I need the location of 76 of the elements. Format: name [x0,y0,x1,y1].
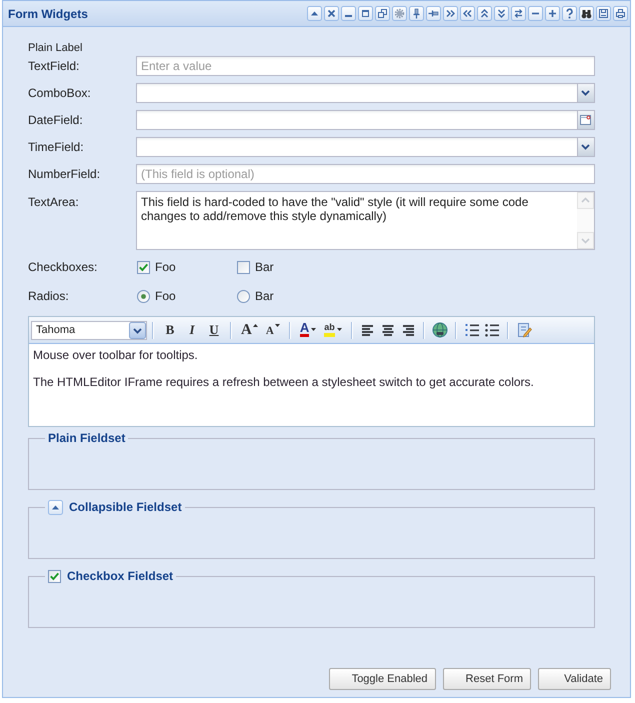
editor-area[interactable]: Mouse over toolbar for tooltips. The HTMLEditor IFrame requires a refresh between a stylesheet switch to get accurate colors. [29,344,594,426]
checkbox[interactable] [137,260,150,274]
pin-icon[interactable] [409,6,424,21]
radio-button[interactable] [137,290,150,302]
help-icon[interactable] [562,6,577,21]
minimize-icon[interactable] [341,6,356,21]
field-label: TimeField: [28,140,85,154]
underline-button[interactable]: U [204,320,224,340]
numbered-list-icon[interactable] [464,322,480,338]
caret-up-icon [252,324,258,327]
chevron-down-icon[interactable] [577,84,594,102]
field-label: NumberField: [28,167,102,181]
caret-down-icon [336,328,342,331]
plain-label: Plain Label [28,42,82,55]
restore-icon[interactable] [375,6,390,21]
editor-text: The HTMLEditor IFrame requires a refresh between a stylesheet switch to get accurate colors. [33,375,535,389]
reset-button[interactable]: Reset Form [442,668,531,690]
shrink-text-button[interactable]: A [262,320,283,340]
checkbox[interactable] [48,570,61,583]
text-field[interactable]: (This field is optional) [136,164,595,184]
field-label: ComboBox: [28,86,92,100]
gear-icon[interactable] [392,6,407,21]
fieldset-legend: Plain Fieldset [48,431,126,446]
minus-icon[interactable] [528,6,543,21]
align-left-icon[interactable] [360,322,376,338]
document-pencil-icon[interactable] [516,322,532,338]
panel-title: Form Widgets [8,6,88,20]
double-chevron-down-icon[interactable] [494,6,509,21]
globe-icon[interactable] [432,322,448,338]
field-label: TextArea: [28,194,80,209]
align-center-icon[interactable] [380,322,396,338]
double-chevron-left-icon[interactable] [460,6,475,21]
caret-down-icon [311,328,316,331]
caret-up-icon[interactable] [307,6,322,21]
bold-button[interactable]: B [160,320,180,340]
field-label: Radios: [28,289,70,303]
grow-text-button[interactable]: A [238,320,261,340]
checkbox-label: Foo [155,260,176,274]
calendar-icon[interactable] [577,111,594,129]
print-icon[interactable] [613,6,628,21]
field-label: TextField: [28,59,80,73]
checkbox[interactable] [237,260,250,274]
caret-down-icon [274,324,280,327]
toggle-button[interactable]: Toggle Enabled [328,668,436,690]
text-color-button[interactable]: A [296,320,320,340]
close-icon[interactable] [324,6,339,21]
font-select[interactable]: Tahoma [31,320,147,340]
text-field[interactable]: Enter a value [136,56,595,76]
maximize-icon[interactable] [358,6,373,21]
radio-button[interactable] [237,290,250,302]
field-label: DateField: [28,113,84,127]
caret-up-icon[interactable] [48,500,63,515]
radio-label: Foo [155,289,176,303]
pin-icon[interactable] [426,6,441,21]
date-field[interactable] [136,110,595,130]
validate-button[interactable]: Validate [538,668,611,690]
field-label: Checkboxes: [28,260,98,274]
italic-button[interactable]: I [182,320,202,340]
text-area[interactable]: This field is hard-coded to have the "valid" style (it will require some code changes to add/remove this style dynamically) [136,191,595,250]
chevron-down-icon[interactable] [577,138,594,156]
double-chevron-right-icon[interactable] [443,6,458,21]
highlight-button[interactable]: ab [321,320,345,340]
checkbox-label: Bar [255,260,274,274]
fieldset-legend: Checkbox Fieldset [67,569,174,584]
bullet-list-icon[interactable] [484,322,500,338]
editor-text: Mouse over toolbar for tooltips. [33,348,199,362]
plus-icon[interactable] [545,6,560,21]
swap-arrows-icon[interactable] [511,6,526,21]
fieldset-legend: Collapsible Fieldset [69,500,182,515]
dropdown-field[interactable] [136,83,595,103]
chevron-down-icon[interactable] [129,322,146,338]
radio-label: Bar [255,289,274,303]
save-icon[interactable] [596,6,611,21]
double-chevron-up-icon[interactable] [477,6,492,21]
dropdown-field[interactable] [136,137,595,157]
binoculars-icon[interactable] [579,6,594,21]
